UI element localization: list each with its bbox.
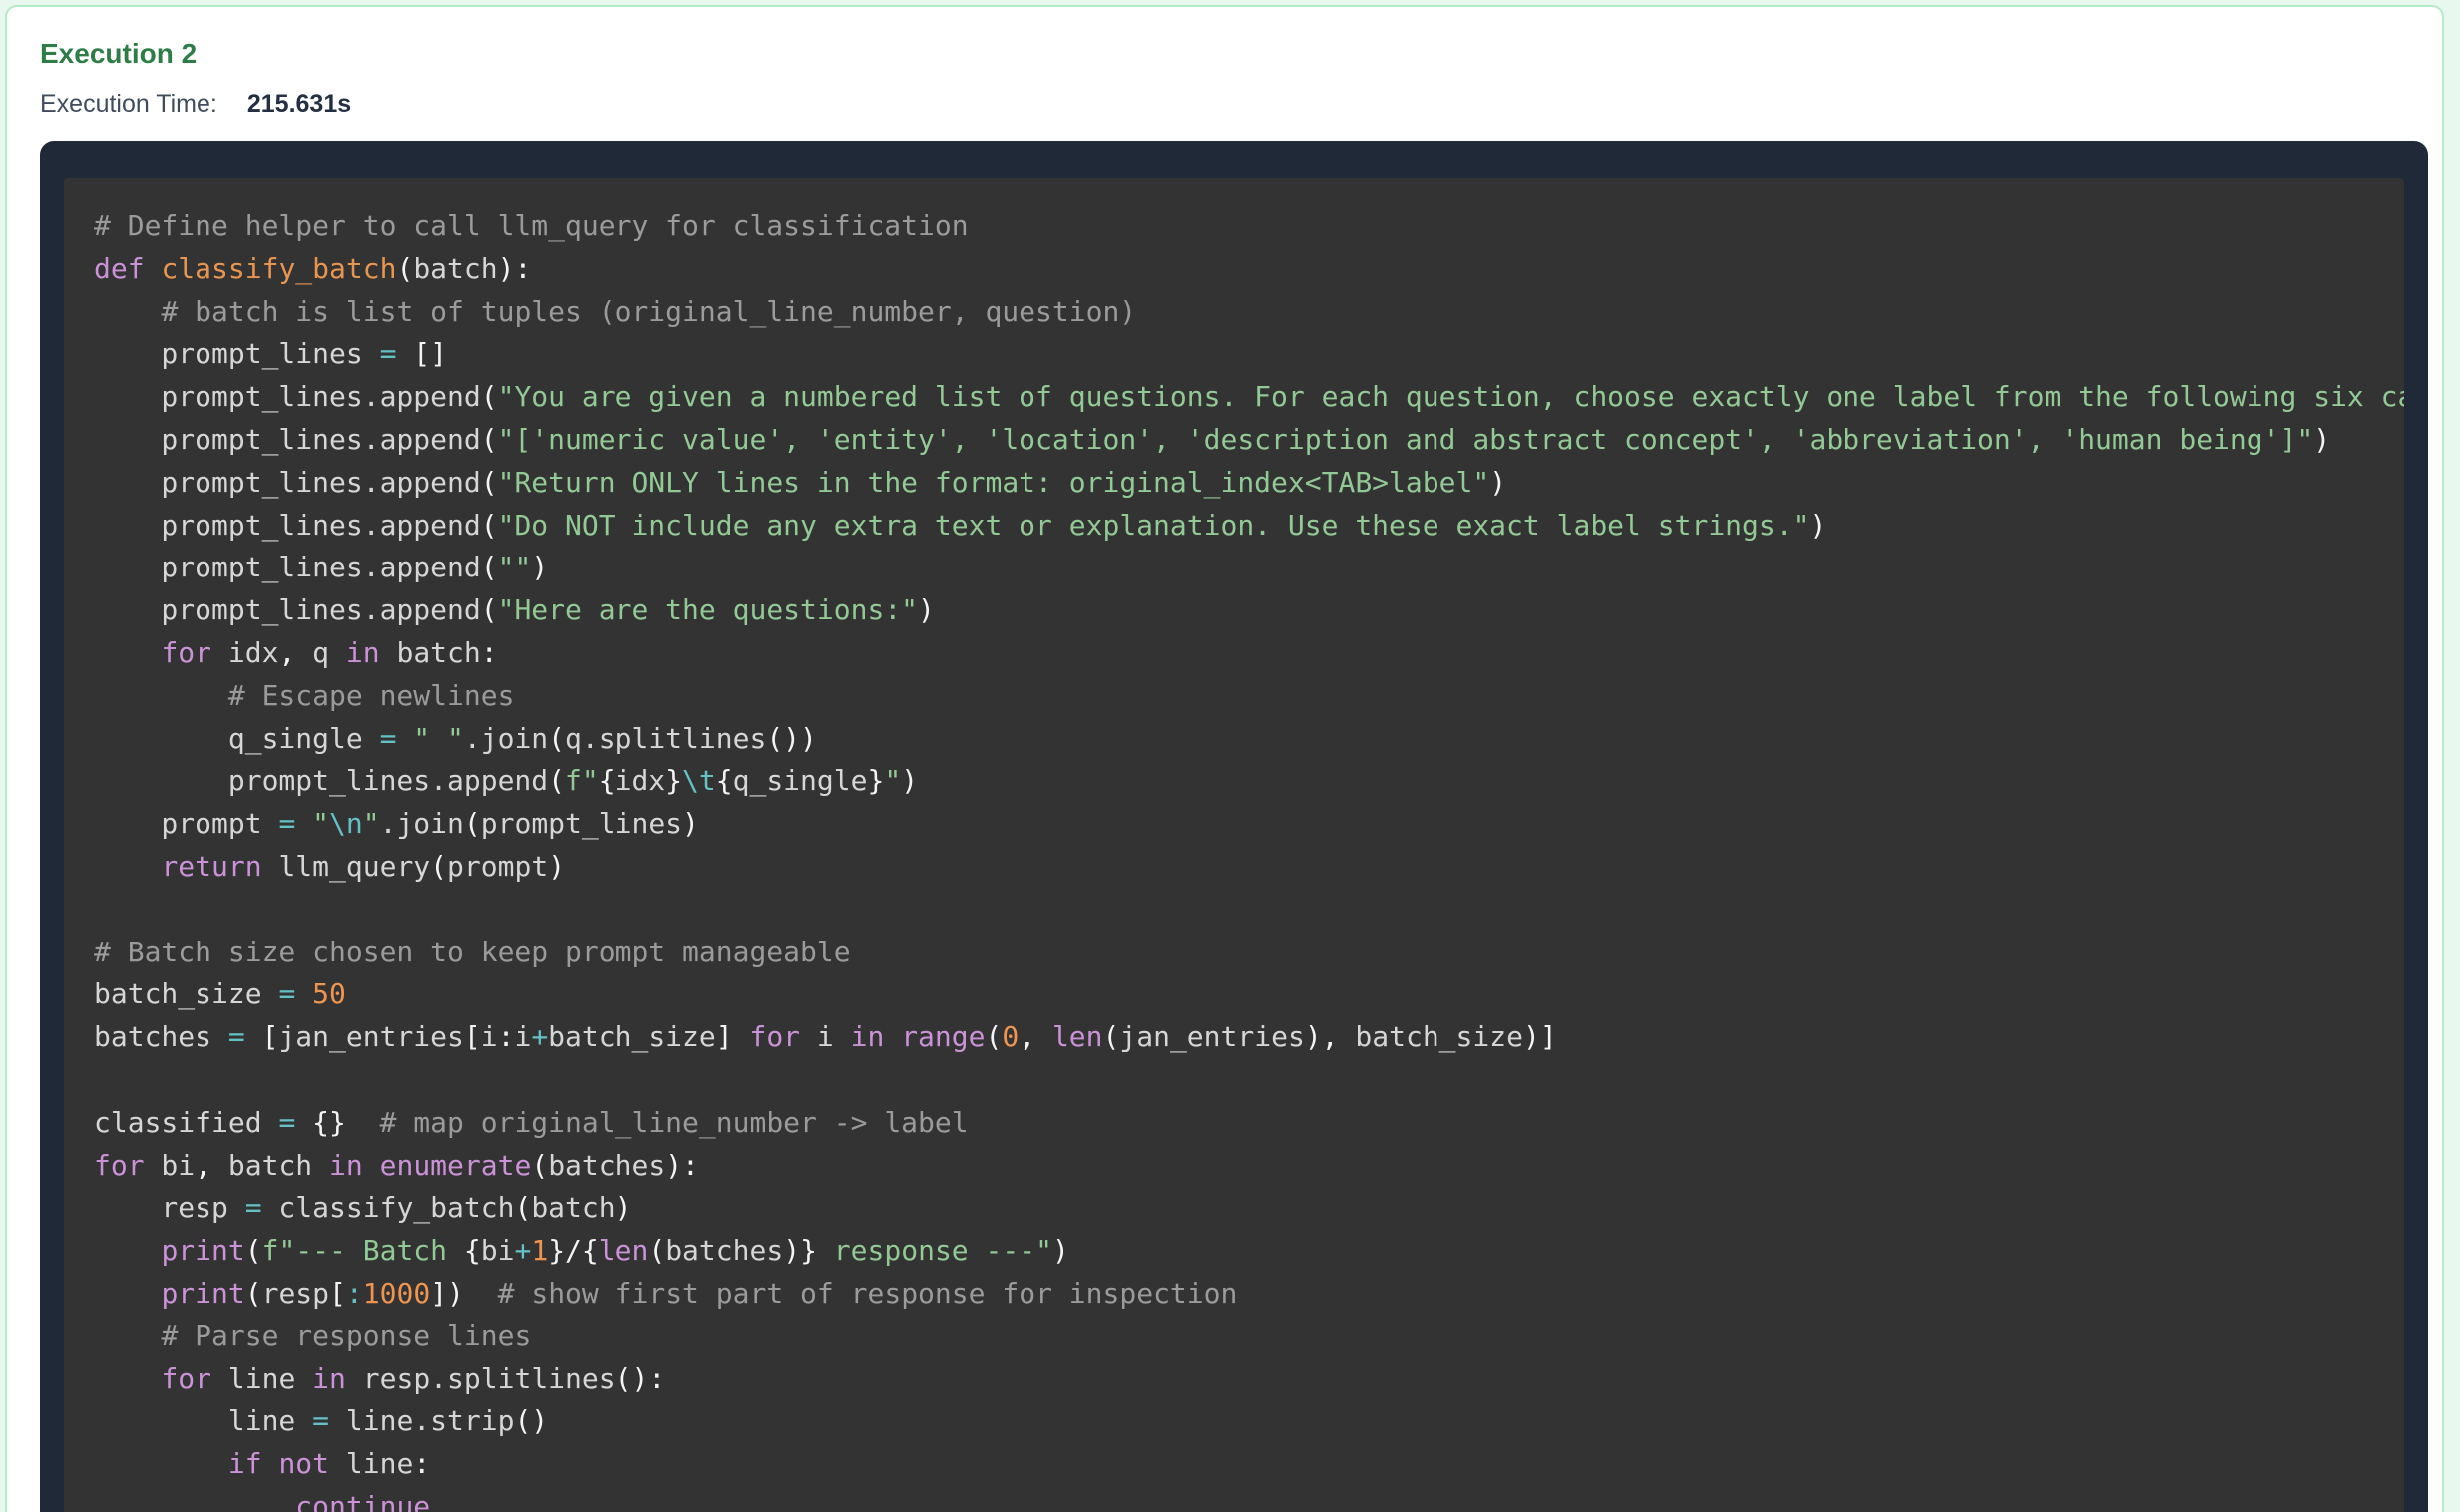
code-line: # Parse response lines [94, 1316, 2404, 1358]
code-content: # Define helper to call llm_query for cl… [94, 205, 2404, 1512]
execution-time-value: 215.631s [247, 89, 351, 119]
code-line: batch_size = 50 [94, 973, 2404, 1016]
code-line: prompt_lines.append(f"{idx}\t{q_single}"… [94, 760, 2404, 803]
code-line: # Define helper to call llm_query for cl… [94, 205, 2404, 248]
execution-title: Execution 2 [40, 37, 2428, 71]
code-line: prompt_lines.append("") [94, 547, 2404, 589]
code-line: if not line: [94, 1443, 2404, 1486]
code-block-container: # Define helper to call llm_query for cl… [40, 141, 2428, 1512]
code-line: # Escape newlines [94, 675, 2404, 718]
code-line: print(resp[:1000]) # show first part of … [94, 1273, 2404, 1316]
code-line: prompt_lines.append("Do NOT include any … [94, 505, 2404, 548]
code-line: classified = {} # map original_line_numb… [94, 1102, 2404, 1145]
code-line: for bi, batch in enumerate(batches): [94, 1145, 2404, 1188]
page: Execution 2 Execution Time: 215.631s # D… [0, 0, 2460, 1512]
code-line: # batch is list of tuples (original_line… [94, 291, 2404, 334]
code-line: prompt_lines.append("Return ONLY lines i… [94, 462, 2404, 505]
code-line: # Batch size chosen to keep prompt manag… [94, 932, 2404, 974]
code-line: continue [94, 1486, 2404, 1512]
code-line: line = line.strip() [94, 1400, 2404, 1443]
code-line: prompt_lines.append("You are given a num… [94, 376, 2404, 419]
code-line: prompt = "\n".join(prompt_lines) [94, 803, 2404, 846]
code-block[interactable]: # Define helper to call llm_query for cl… [64, 178, 2404, 1512]
code-line: return llm_query(prompt) [94, 846, 2404, 889]
code-line: prompt_lines = [] [94, 333, 2404, 376]
code-line: for idx, q in batch: [94, 632, 2404, 675]
execution-time-label: Execution Time: [40, 89, 217, 119]
code-line: q_single = " ".join(q.splitlines()) [94, 718, 2404, 761]
code-line [94, 889, 2404, 932]
execution-time-row: Execution Time: 215.631s [40, 89, 2428, 119]
code-line: print(f"--- Batch {bi+1}/{len(batches)} … [94, 1230, 2404, 1273]
execution-card: Execution 2 Execution Time: 215.631s # D… [5, 5, 2444, 1512]
code-line [94, 1059, 2404, 1102]
code-line: prompt_lines.append("['numeric value', '… [94, 419, 2404, 462]
code-line: batches = [jan_entries[i:i+batch_size] f… [94, 1016, 2404, 1059]
code-line: def classify_batch(batch): [94, 248, 2404, 291]
code-line: for line in resp.splitlines(): [94, 1358, 2404, 1401]
code-line: prompt_lines.append("Here are the questi… [94, 589, 2404, 632]
code-line: resp = classify_batch(batch) [94, 1187, 2404, 1230]
